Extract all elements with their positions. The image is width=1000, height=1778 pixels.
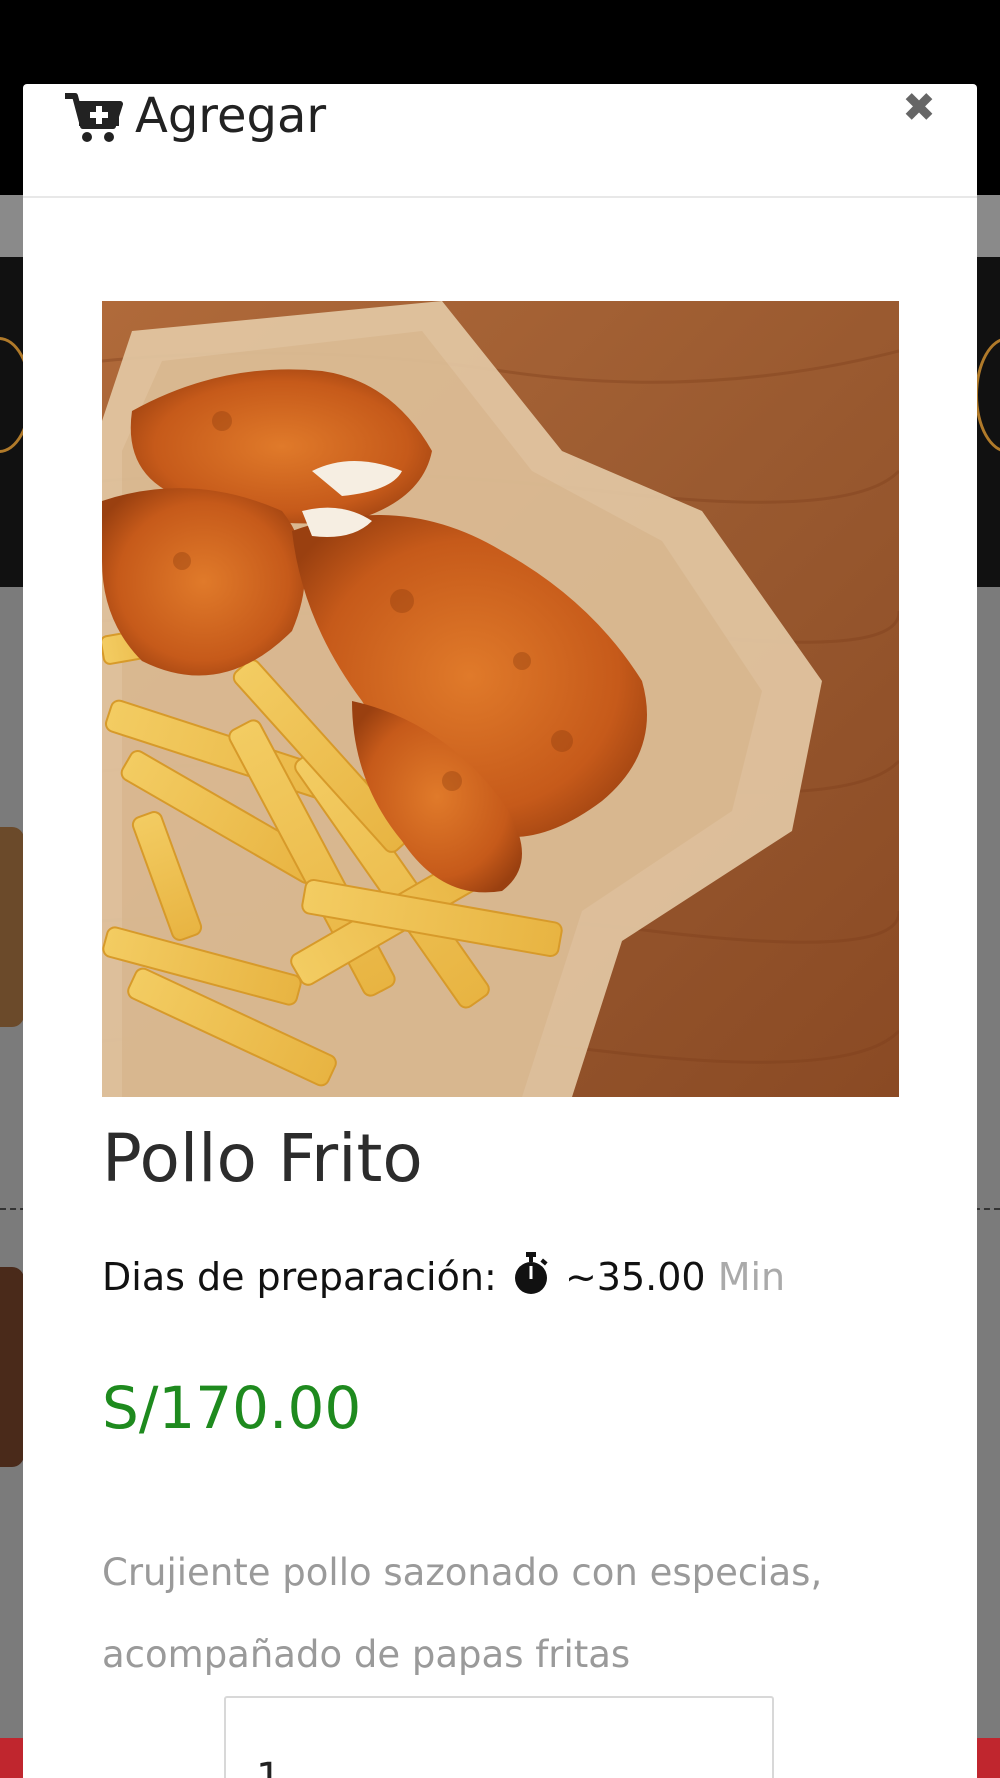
prep-label: Dias de preparación: (102, 1255, 497, 1299)
add-to-cart-modal: Agregar ✖ Pollo Frito Dias de preparació… (23, 84, 977, 1778)
product-price: S/170.00 (102, 1374, 362, 1442)
preparation-time: Dias de preparación: ~35.00 Min (102, 1252, 785, 1302)
modal-header: Agregar ✖ (23, 84, 977, 198)
prep-value: ~35.00 (564, 1255, 706, 1299)
quantity-input[interactable]: 1 (224, 1696, 774, 1778)
cart-plus-icon (63, 90, 123, 146)
background-logo-right (975, 337, 1000, 453)
fried-chicken-with-fries-image (102, 301, 899, 1097)
product-description: Crujiente pollo sazonado con especias, a… (102, 1551, 823, 1676)
prep-unit: Min (717, 1255, 786, 1299)
close-button[interactable]: ✖ (899, 88, 939, 128)
product-name: Pollo Frito (102, 1120, 423, 1197)
stopwatch-icon (513, 1252, 549, 1296)
modal-title: Agregar (135, 88, 327, 144)
background-thumb (0, 1267, 24, 1467)
background-thumb (0, 827, 24, 1027)
